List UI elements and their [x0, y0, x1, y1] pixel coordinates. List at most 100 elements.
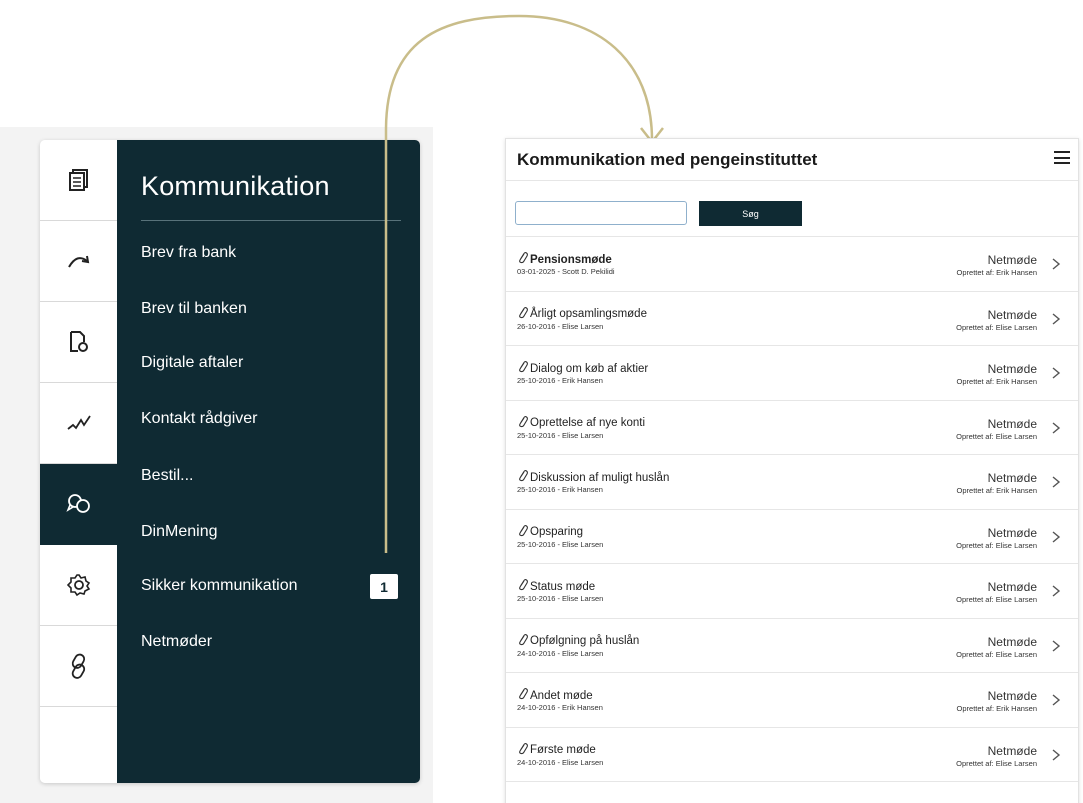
menu-item-digitale-aftaler[interactable]: Digitale aftaler	[141, 354, 243, 372]
search-bar: Søg	[506, 181, 1078, 237]
meeting-title: Pensionsmøde	[517, 252, 612, 267]
meeting-date-author: 24-10-2016 - Erik Hansen	[517, 703, 603, 712]
meeting-type: Netmøde	[987, 471, 1037, 485]
meeting-title: Oprettelse af nye konti	[517, 415, 646, 431]
search-input[interactable]	[515, 201, 687, 225]
meeting-row[interactable]: Oprettelse af nye konti 25-10-2016 - Elis…	[506, 401, 1078, 455]
file-settings-icon	[69, 331, 88, 352]
paperclip-icon	[517, 415, 528, 431]
meeting-row[interactable]: Opsparing 25-10-2016 - Elise Larsen Netmød…	[506, 510, 1078, 564]
chevron-right-icon	[1052, 367, 1061, 379]
chevron-right-icon	[1052, 476, 1061, 488]
paperclip-icon	[517, 470, 528, 485]
communication-panel: Kommunikation med pengeinstituttet Søg P…	[505, 138, 1079, 803]
menu-item-netmoder[interactable]: Netmøder	[141, 633, 212, 651]
gear-icon	[66, 574, 90, 597]
rail-settings[interactable]	[40, 545, 117, 626]
documents-icon	[68, 169, 88, 191]
meeting-created-by: Oprettet af: Erik Hansen	[956, 268, 1037, 277]
chevron-right-icon	[1052, 694, 1061, 706]
rail-communication[interactable]	[40, 464, 117, 545]
paperclip-icon	[517, 742, 528, 758]
meeting-date-author: 26-10-2016 - Elise Larsen	[517, 321, 604, 331]
paperclip-icon	[517, 306, 528, 322]
meeting-date-author: 25-10-2016 - Erik Hansen	[517, 485, 603, 494]
meeting-row[interactable]: Pensionsmøde 03-01-2025 - Scott D. Pekili…	[506, 237, 1078, 292]
menu-item-brev-til-banken[interactable]: Brev til banken	[141, 300, 247, 318]
menu-item-sikker-kommunikation[interactable]: Sikker kommunikation	[141, 577, 298, 595]
meeting-title-text: Dialog om køb af aktier	[530, 362, 649, 375]
meeting-created-by: Oprettet af: Erik Hansen	[956, 704, 1037, 713]
meeting-title: Opsparing	[517, 524, 584, 540]
meeting-row[interactable]: Årligt opsamlingsmøde 26-10-2016 - Elise …	[506, 292, 1078, 346]
rail-investments[interactable]	[40, 383, 117, 464]
meeting-type: Netmøde	[987, 634, 1037, 649]
meeting-row[interactable]: Andet møde 24-10-2016 - Erik Hansen Netmød…	[506, 673, 1078, 728]
panel-title: Kommunikation med pengeinstituttet	[517, 150, 818, 169]
chevron-right-icon	[1052, 530, 1061, 543]
meeting-created-by: Oprettet af: Elise Larsen	[956, 540, 1037, 550]
paperclip-icon	[517, 361, 528, 376]
rail-links[interactable]	[40, 626, 117, 707]
meeting-date-author: 25-10-2016 - Elise Larsen	[517, 430, 604, 440]
meeting-created-by: Oprettet af: Elise Larsen	[956, 322, 1037, 332]
meeting-title: Andet møde	[517, 688, 593, 703]
meeting-title: Diskussion af muligt huslån	[517, 470, 669, 485]
paperclip-icon	[517, 688, 528, 703]
meeting-type: Netmøde	[987, 743, 1037, 758]
paperclip-icon	[517, 252, 528, 267]
link-icon	[71, 653, 85, 679]
meeting-list: Pensionsmøde 03-01-2025 - Scott D. Pekili…	[506, 237, 1078, 782]
paperclip-icon	[517, 633, 528, 649]
rail-transfers[interactable]	[40, 221, 117, 302]
meeting-date-author: 03-01-2025 - Scott D. Pekilidi	[517, 267, 615, 276]
meeting-created-by: Oprettet af: Elise Larsen	[956, 758, 1037, 768]
meeting-type: Netmøde	[987, 689, 1037, 703]
meeting-row[interactable]: Opfølgning på huslån 24-10-2016 - Elise L…	[506, 619, 1078, 673]
menu-item-dinmening[interactable]: DinMening	[141, 523, 217, 541]
panel-header: Kommunikation med pengeinstituttet	[506, 139, 1078, 181]
meeting-title: Dialog om køb af aktier	[517, 361, 648, 376]
meeting-title-text: Oprettelse af nye konti	[530, 417, 646, 429]
meeting-title: Status møde	[517, 579, 595, 594]
chevron-right-icon	[1052, 258, 1061, 270]
meeting-type: Netmøde	[987, 416, 1037, 431]
meeting-title-text: Status møde	[530, 580, 596, 593]
meeting-type: Netmøde	[987, 253, 1037, 267]
chat-bubbles-icon	[65, 494, 90, 513]
communication-menu: Kommunikation Brev fra bank Brev til ban…	[117, 140, 420, 783]
navigation-card: Kommunikation Brev fra bank Brev til ban…	[40, 140, 420, 783]
menu-divider	[141, 220, 401, 221]
rail-documents[interactable]	[40, 140, 117, 221]
meeting-type: Netmøde	[987, 362, 1037, 376]
chevron-right-icon	[1052, 748, 1061, 761]
meeting-title-text: Andet møde	[530, 689, 593, 702]
menu-title: Kommunikation	[141, 171, 330, 201]
paperclip-icon	[517, 524, 528, 540]
transfer-arrow-icon	[67, 255, 89, 268]
menu-item-brev-fra-bank[interactable]: Brev fra bank	[141, 244, 236, 262]
meeting-date-author: 24-10-2016 - Elise Larsen	[517, 757, 604, 767]
rail-documents-settings[interactable]	[40, 302, 117, 383]
hamburger-menu-icon[interactable]	[1054, 151, 1070, 167]
meeting-created-by: Oprettet af: Erik Hansen	[956, 486, 1037, 495]
meeting-date-author: 24-10-2016 - Elise Larsen	[517, 648, 604, 658]
menu-item-bestil[interactable]: Bestil...	[141, 467, 193, 485]
meeting-title-text: Opsparing	[530, 526, 584, 538]
search-button[interactable]: Søg	[699, 201, 802, 226]
meeting-created-by: Oprettet af: Elise Larsen	[956, 431, 1037, 441]
meeting-row[interactable]: Første møde 24-10-2016 - Elise Larsen Netm…	[506, 728, 1078, 782]
meeting-row[interactable]: Dialog om køb af aktier 25-10-2016 - Erik…	[506, 346, 1078, 401]
unread-badge: 1	[370, 574, 398, 599]
meeting-row[interactable]: Diskussion af muligt huslån 25-10-2016 - …	[506, 455, 1078, 510]
meeting-type: Netmøde	[987, 525, 1037, 540]
chevron-right-icon	[1052, 639, 1061, 652]
chevron-right-icon	[1052, 421, 1061, 434]
icon-rail	[40, 140, 117, 783]
meeting-title-text: Opfølgning på huslån	[530, 635, 640, 647]
menu-item-kontakt-radgiver[interactable]: Kontakt rådgiver	[141, 410, 258, 428]
meeting-row[interactable]: Status møde 25-10-2016 - Elise Larsen Netm…	[506, 564, 1078, 619]
meeting-title-text: Årligt opsamlingsmøde	[530, 308, 647, 320]
meeting-type: Netmøde	[987, 580, 1037, 594]
meeting-date-author: 25-10-2016 - Elise Larsen	[517, 539, 604, 549]
